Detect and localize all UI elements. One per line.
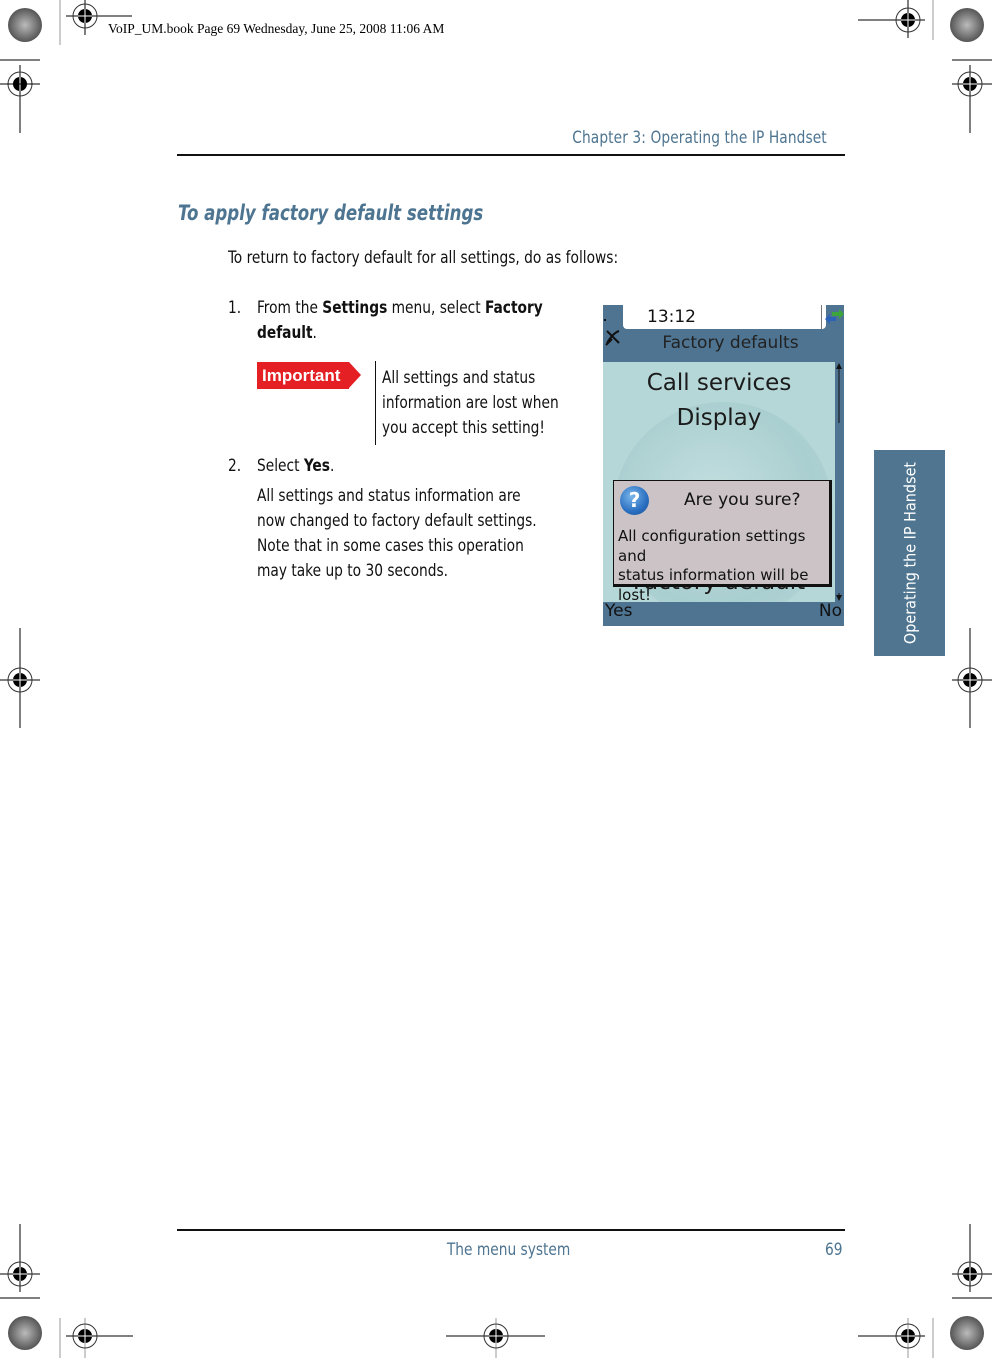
dialog-message: All configuration settings and status in… bbox=[618, 527, 830, 602]
default-term: default bbox=[257, 323, 313, 343]
menu-list: Call services Display Language Factory d… bbox=[603, 362, 835, 602]
print-slug: VoIP_UM.book Page 69 Wednesday, June 25,… bbox=[108, 21, 445, 36]
text-run: . bbox=[312, 323, 317, 343]
registration-marks bbox=[0, 0, 992, 1358]
note-line: information are lost when bbox=[382, 393, 559, 413]
step-2-number: 2. bbox=[228, 456, 242, 476]
yes-term: Yes bbox=[303, 456, 330, 476]
softkey-yes[interactable]: Yes bbox=[605, 601, 632, 621]
note-line: you accept this setting! bbox=[382, 418, 545, 438]
handset-screenshot: 13:12 Factory defaults Call services Dis… bbox=[603, 305, 844, 626]
clock: 13:12 bbox=[647, 307, 696, 327]
dialog-title: Are you sure? bbox=[684, 490, 801, 510]
important-badge: Important bbox=[257, 362, 349, 389]
text-run: menu, select bbox=[387, 298, 485, 318]
step-2-description: All settings and status information are … bbox=[257, 484, 537, 584]
factory-term: Factory bbox=[484, 298, 543, 318]
settings-term: Settings bbox=[322, 298, 388, 318]
page-number: 69 bbox=[824, 1240, 843, 1260]
important-badge-arrow bbox=[349, 362, 361, 388]
softkey-no[interactable]: No bbox=[819, 601, 842, 621]
description-line: now changed to factory default settings. bbox=[257, 511, 537, 531]
dialog-line: lost! bbox=[618, 585, 652, 603]
status-bar: 13:12 bbox=[623, 305, 844, 329]
menu-item-display[interactable]: Display bbox=[603, 405, 835, 431]
sync-icon bbox=[821, 305, 844, 329]
side-tab-label: Operating the IP Handset bbox=[900, 461, 919, 645]
dialog-line: status information will be bbox=[618, 566, 809, 584]
scrollbar[interactable] bbox=[836, 363, 842, 603]
starburst-mark bbox=[950, 8, 984, 42]
text-run: . bbox=[329, 456, 335, 476]
confirm-dialog: ? Are you sure? All configuration settin… bbox=[613, 480, 832, 602]
question-icon: ? bbox=[620, 486, 649, 515]
chapter-side-tab: Operating the IP Handset bbox=[874, 450, 945, 656]
footer-rule bbox=[177, 1229, 845, 1231]
footer-section: The menu system bbox=[446, 1240, 571, 1260]
step-2-text: Select Yes. bbox=[257, 454, 334, 479]
step-1-text: From the Settings menu, select Factory d… bbox=[257, 296, 543, 346]
dialog-line: All configuration settings and bbox=[618, 527, 806, 565]
description-line: may take up to 30 seconds. bbox=[257, 561, 448, 581]
description-line: Note that in some cases this operation bbox=[257, 536, 524, 556]
step-1-number: 1. bbox=[228, 298, 242, 318]
signal-dot bbox=[604, 319, 606, 321]
starburst-mark bbox=[8, 1316, 42, 1350]
text-run: Select bbox=[257, 456, 304, 476]
starburst-mark bbox=[950, 1316, 984, 1350]
header-rule bbox=[177, 154, 845, 156]
menu-item-call-services[interactable]: Call services bbox=[603, 370, 835, 396]
note-line: All settings and status bbox=[382, 368, 536, 388]
description-line: All settings and status information are bbox=[257, 486, 521, 506]
chapter-header: Chapter 3: Operating the IP Handset bbox=[572, 128, 827, 148]
text-run: From the bbox=[257, 298, 323, 318]
starburst-mark bbox=[8, 8, 42, 42]
section-heading: To apply factory default settings bbox=[178, 201, 484, 225]
note-divider bbox=[375, 361, 376, 445]
screen-title: Factory defaults bbox=[662, 333, 799, 353]
important-note-text: All settings and status information are … bbox=[382, 366, 559, 441]
intro-text: To return to factory default for all set… bbox=[228, 248, 619, 268]
